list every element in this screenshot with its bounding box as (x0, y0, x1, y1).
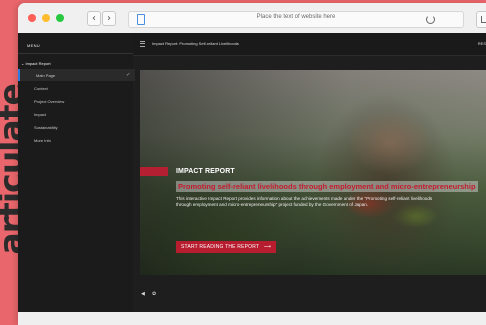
forward-button[interactable]: › (102, 11, 116, 26)
address-bar[interactable]: Place the text of website here (128, 11, 464, 28)
sidebar-divider (18, 53, 133, 54)
check-icon: ✓ (125, 72, 130, 78)
sidebar: MENU ⌄ Impact Report Main Page ✓ Context… (18, 33, 135, 312)
start-reading-label: START READING THE REPORT (181, 244, 260, 250)
sidebar-section-impact-report[interactable]: ⌄ Impact Report (21, 61, 51, 66)
browser-window: ‹ › Place the text of website here MENU … (18, 3, 486, 325)
sidebar-item-label: Impact (34, 112, 47, 117)
sidebar-item-main-page[interactable]: Main Page ✓ (18, 69, 135, 81)
sound-icon[interactable]: ◀ (141, 291, 145, 297)
hero-title: IMPACT REPORT (176, 168, 235, 175)
sidebar-item-label: Context (34, 86, 48, 91)
reload-icon[interactable] (426, 15, 435, 24)
minimize-window-icon[interactable] (42, 14, 50, 22)
hero-cover: IMPACT REPORT Promoting self-reliant liv… (140, 70, 486, 275)
chevron-down-icon: ⌄ (21, 61, 25, 66)
arrow-right-icon: ⟶ (263, 244, 272, 250)
address-text: Place the text of website here (256, 14, 336, 20)
sidebar-item-sustainability[interactable]: Sustainability (18, 121, 133, 133)
sidebar-item-label: More Info (34, 138, 51, 143)
resources-link[interactable]: RES (478, 41, 486, 46)
share-icon (481, 16, 486, 23)
start-reading-button[interactable]: START READING THE REPORT ⟶ (176, 241, 277, 253)
hero-description: This interactive Impact Report provides … (176, 196, 433, 207)
accent-bar (140, 167, 168, 176)
sidebar-item-impact[interactable]: Impact (18, 108, 133, 120)
back-button[interactable]: ‹ (87, 11, 101, 26)
sidebar-item-label: Sustainability (34, 125, 58, 130)
close-window-icon[interactable] (28, 14, 36, 22)
hero-subtitle: Promoting self-reliant livelihoods throu… (176, 181, 478, 192)
course-topbar: Impact Report: Promoting Self-reliant Li… (133, 33, 486, 56)
browser-titlebar: ‹ › Place the text of website here (18, 3, 486, 33)
sidebar-item-context[interactable]: Context (18, 82, 133, 94)
maximize-window-icon[interactable] (56, 14, 64, 22)
sidebar-item-label: Project Overview (34, 99, 65, 104)
sidebar-item-more-info[interactable]: More Info (18, 134, 133, 146)
settings-icon[interactable]: ✿ (152, 291, 156, 297)
menu-heading: MENU (27, 43, 40, 48)
course-player: MENU ⌄ Impact Report Main Page ✓ Context… (18, 33, 486, 312)
course-title: Impact Report: Promoting Self-reliant Li… (152, 41, 239, 46)
share-button[interactable] (476, 11, 486, 28)
sidebar-item-project-overview[interactable]: Project Overview (18, 95, 133, 107)
hamburger-menu-icon[interactable] (140, 41, 145, 47)
sidebar-item-label: Main Page (36, 73, 56, 78)
sidebar-section-label: Impact Report (25, 61, 51, 66)
